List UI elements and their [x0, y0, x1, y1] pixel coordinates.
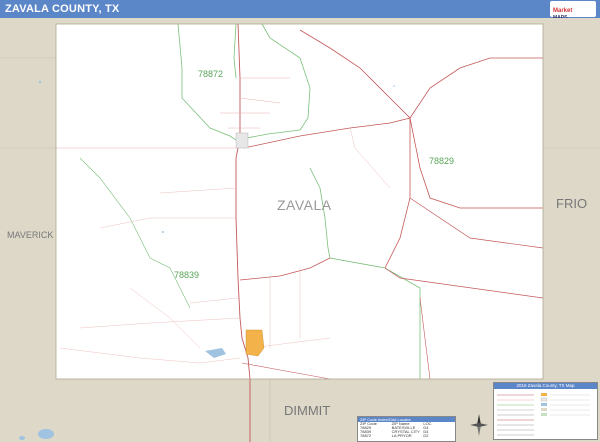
publisher-logo: Market MAPS [550, 1, 596, 21]
map-frame: ZAVALA COUNTY, TX Market MAPS [0, 0, 600, 442]
zip-index-table: ZIP Code Index/Grid Locator ZIP Code ZIP… [357, 416, 456, 442]
neighbor-label-east: FRIO [556, 196, 588, 211]
page-title: ZAVALA COUNTY, TX [5, 3, 120, 15]
county-label: ZAVALA [277, 197, 332, 213]
table-row: 78872 LA PRYOR D2 [360, 433, 429, 438]
city-la-pryor [235, 132, 249, 149]
zip-label-78872: 78872 [198, 69, 224, 79]
zip-label-78839: 78839 [174, 270, 200, 280]
neighbor-label-south: DIMMIT [284, 403, 331, 418]
legend-symbols [497, 393, 590, 436]
zip-label-78829: 78829 [429, 156, 455, 166]
map-legend: 2016 Zavala County, TX Map [493, 382, 598, 440]
neighbor-label-west: MAVERICK [7, 230, 54, 240]
title-bar: ZAVALA COUNTY, TX Market MAPS [0, 0, 600, 21]
map-area[interactable]: ZAVALA MAVERICK FRIO DIMMIT 78872 78829 … [0, 18, 600, 442]
compass-icon [470, 414, 488, 436]
lake [38, 429, 54, 439]
map-svg [0, 18, 600, 442]
